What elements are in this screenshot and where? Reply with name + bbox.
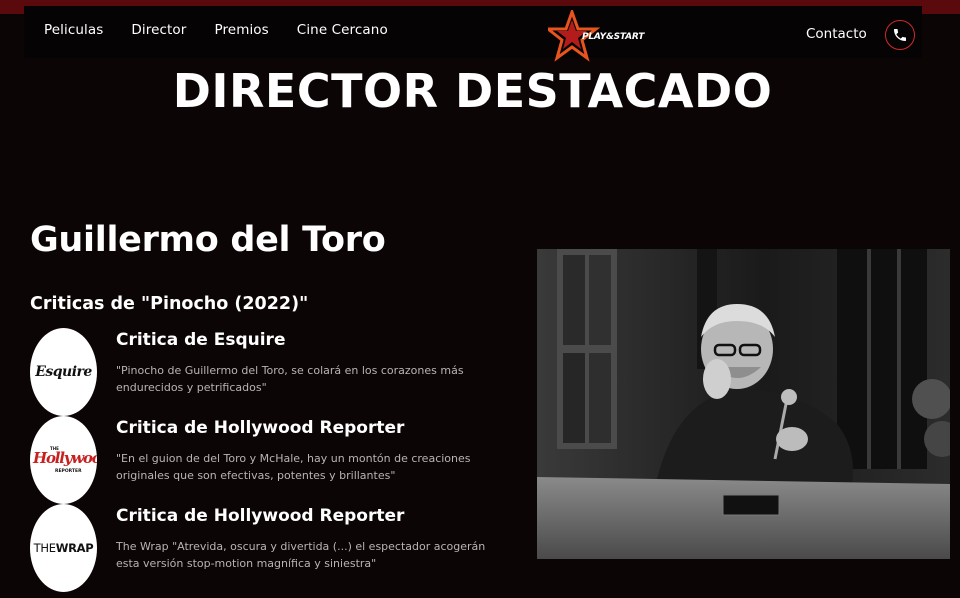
review-item: THEWRAP Critica de Hollywood Reporter Th…: [30, 504, 510, 594]
reviews-title: Criticas de "Pinocho (2022)": [30, 294, 309, 314]
director-name: Guillermo del Toro: [30, 220, 386, 260]
nav-link-premios[interactable]: Premios: [214, 22, 268, 38]
nav-link-cine-cercano[interactable]: Cine Cercano: [297, 22, 388, 38]
contact-link[interactable]: Contacto: [806, 26, 867, 42]
nav-link-peliculas[interactable]: Peliculas: [44, 22, 103, 38]
review-title: Critica de Esquire: [116, 330, 286, 350]
review-item: Esquire Critica de Esquire "Pinocho de G…: [30, 328, 510, 418]
the-wrap-logo-text: THEWRAP: [34, 541, 94, 555]
site-logo[interactable]: PLAY&START: [548, 10, 658, 62]
director-portrait-image: [537, 249, 950, 559]
hollywood-logo-text: Hollywood: [33, 449, 97, 467]
review-item: THE Hollywood REPORTER Critica de Hollyw…: [30, 416, 510, 506]
nav-links: Peliculas Director Premios Cine Cercano: [44, 22, 416, 38]
nav-link-director[interactable]: Director: [131, 22, 186, 38]
esquire-logo-text: Esquire: [35, 364, 92, 380]
logo-text: PLAY&START: [582, 32, 645, 42]
director-photo: [537, 249, 950, 559]
page-headline: DIRECTOR DESTACADO: [172, 64, 773, 118]
review-quote: "En el guion de del Toro y McHale, hay u…: [116, 452, 471, 482]
logo-small-bottom: REPORTER: [55, 469, 82, 474]
review-quote: The Wrap "Atrevida, oscura y divertida (…: [116, 540, 486, 570]
esquire-logo-badge: Esquire: [30, 328, 97, 416]
phone-button[interactable]: [885, 20, 915, 50]
wrap-logo-wrap: WRAP: [55, 541, 94, 555]
the-wrap-logo-badge: THEWRAP: [30, 504, 97, 592]
phone-icon: [894, 29, 906, 41]
hollywood-reporter-logo-badge: THE Hollywood REPORTER: [30, 416, 97, 504]
wrap-logo-the: THE: [33, 541, 56, 555]
review-quote: "Pinocho de Guillermo del Toro, se colar…: [116, 364, 464, 394]
top-navigation: Peliculas Director Premios Cine Cercano …: [24, 6, 922, 62]
review-title: Critica de Hollywood Reporter: [116, 506, 405, 526]
review-title: Critica de Hollywood Reporter: [116, 418, 405, 438]
